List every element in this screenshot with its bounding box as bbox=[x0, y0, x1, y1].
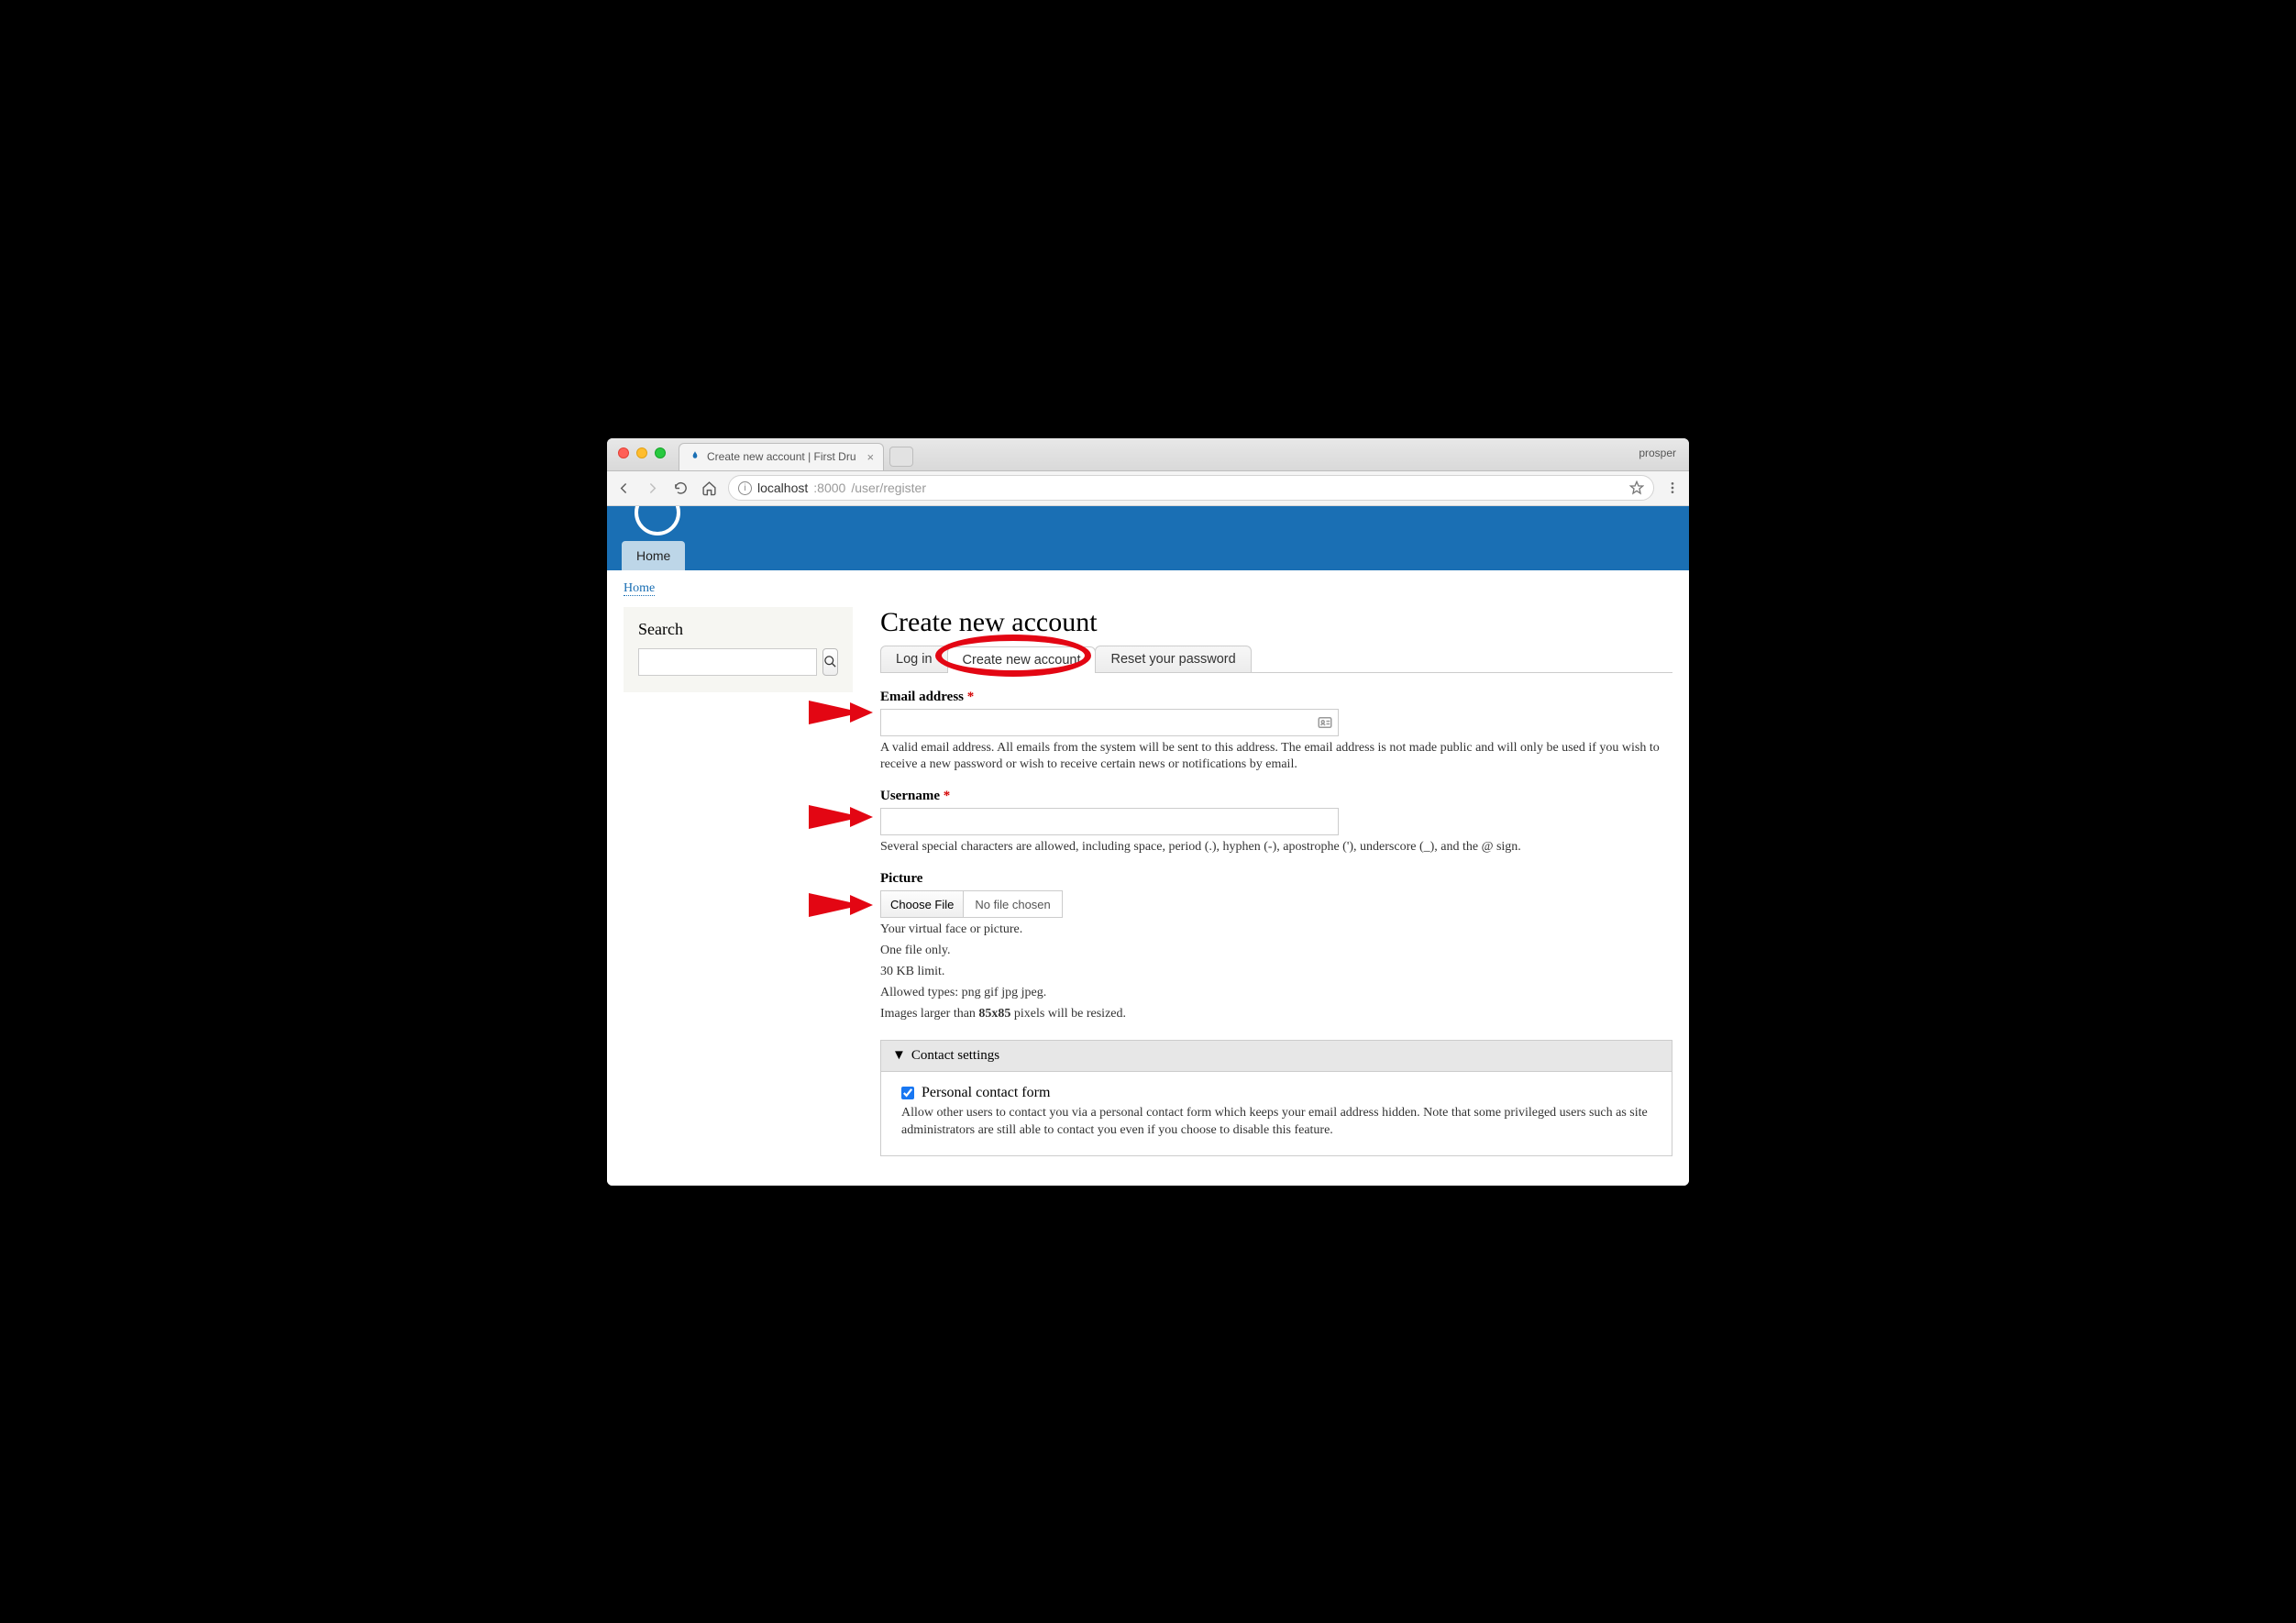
picture-file-input[interactable]: Choose File No file chosen bbox=[880, 890, 1063, 918]
picture-desc-5: Images larger than 85x85 pixels will be … bbox=[880, 1006, 1672, 1023]
drupal-icon bbox=[689, 450, 701, 463]
back-icon[interactable] bbox=[616, 480, 632, 496]
contact-settings-legend[interactable]: ▼ Contact settings bbox=[881, 1041, 1672, 1072]
browser-tabbar: Create new account | First Dru × prosper bbox=[607, 438, 1689, 471]
tab-login[interactable]: Log in bbox=[880, 646, 948, 672]
fieldset-contact-settings: ▼ Contact settings Personal contact form… bbox=[880, 1040, 1672, 1157]
choose-file-button[interactable]: Choose File bbox=[881, 891, 964, 917]
username-description: Several special characters are allowed, … bbox=[880, 839, 1672, 856]
picture-desc-4: Allowed types: png gif jpg jpeg. bbox=[880, 985, 1672, 1002]
field-email: Email address * A valid email address. A… bbox=[880, 690, 1672, 775]
username-label: Username * bbox=[880, 789, 1672, 804]
site-header: Home bbox=[607, 506, 1689, 570]
search-icon bbox=[823, 655, 837, 668]
menu-icon[interactable] bbox=[1665, 480, 1680, 495]
url-port: :8000 bbox=[813, 480, 845, 495]
sidebar: Search bbox=[624, 607, 853, 1157]
breadcrumb: Home bbox=[607, 570, 1689, 602]
search-input[interactable] bbox=[638, 648, 817, 676]
search-button[interactable] bbox=[822, 648, 838, 676]
window-controls bbox=[618, 447, 666, 458]
breadcrumb-home[interactable]: Home bbox=[624, 581, 655, 596]
file-status: No file chosen bbox=[964, 898, 1061, 911]
address-bar[interactable]: i localhost :8000/user/register bbox=[728, 475, 1654, 501]
personal-contact-checkbox[interactable] bbox=[901, 1087, 914, 1099]
search-heading: Search bbox=[638, 620, 838, 639]
picture-desc-1: Your virtual face or picture. bbox=[880, 922, 1672, 939]
reload-icon[interactable] bbox=[673, 480, 689, 496]
url-host: localhost bbox=[757, 480, 808, 495]
contact-description: Allow other users to contact you via a p… bbox=[901, 1105, 1651, 1140]
email-description: A valid email address. All emails from t… bbox=[880, 740, 1672, 775]
page-viewport: Home Home Search Create new account bbox=[607, 506, 1689, 1186]
email-label: Email address * bbox=[880, 690, 1672, 705]
picture-desc-3: 30 KB limit. bbox=[880, 964, 1672, 981]
nav-tab-home[interactable]: Home bbox=[622, 541, 685, 570]
autofill-icon bbox=[1317, 714, 1333, 731]
minimize-window-button[interactable] bbox=[636, 447, 647, 458]
new-tab-button[interactable] bbox=[889, 447, 913, 467]
site-info-icon[interactable]: i bbox=[738, 481, 752, 495]
maximize-window-button[interactable] bbox=[655, 447, 666, 458]
bookmark-icon[interactable] bbox=[1629, 480, 1644, 495]
picture-label: Picture bbox=[880, 871, 1672, 887]
close-tab-icon[interactable]: × bbox=[867, 451, 875, 463]
caret-down-icon: ▼ bbox=[892, 1048, 906, 1064]
browser-tab[interactable]: Create new account | First Dru × bbox=[679, 443, 884, 470]
close-window-button[interactable] bbox=[618, 447, 629, 458]
browser-window: Create new account | First Dru × prosper… bbox=[607, 438, 1689, 1186]
field-picture: Picture Choose File No file chosen Your … bbox=[880, 871, 1672, 1022]
picture-desc-2: One file only. bbox=[880, 943, 1672, 960]
tab-reset-password[interactable]: Reset your password bbox=[1095, 646, 1251, 672]
site-logo[interactable] bbox=[635, 506, 680, 535]
username-input[interactable] bbox=[880, 808, 1339, 835]
tab-title: Create new account | First Dru bbox=[707, 450, 856, 463]
local-tabs: Log in Create new account Reset your pas… bbox=[880, 646, 1672, 673]
home-icon[interactable] bbox=[701, 480, 717, 496]
tab-create-account[interactable]: Create new account bbox=[947, 646, 1097, 673]
profile-label[interactable]: prosper bbox=[1639, 447, 1676, 459]
search-block: Search bbox=[624, 607, 853, 692]
email-input[interactable] bbox=[880, 709, 1339, 736]
forward-icon[interactable] bbox=[645, 480, 660, 496]
main-content: Create new account Log in Create new acc… bbox=[880, 607, 1672, 1157]
browser-toolbar: i localhost :8000/user/register bbox=[607, 471, 1689, 506]
page-title: Create new account bbox=[880, 607, 1672, 638]
field-username: Username * Several special characters ar… bbox=[880, 789, 1672, 856]
url-path: /user/register bbox=[851, 480, 926, 495]
personal-contact-label: Personal contact form bbox=[922, 1085, 1050, 1101]
